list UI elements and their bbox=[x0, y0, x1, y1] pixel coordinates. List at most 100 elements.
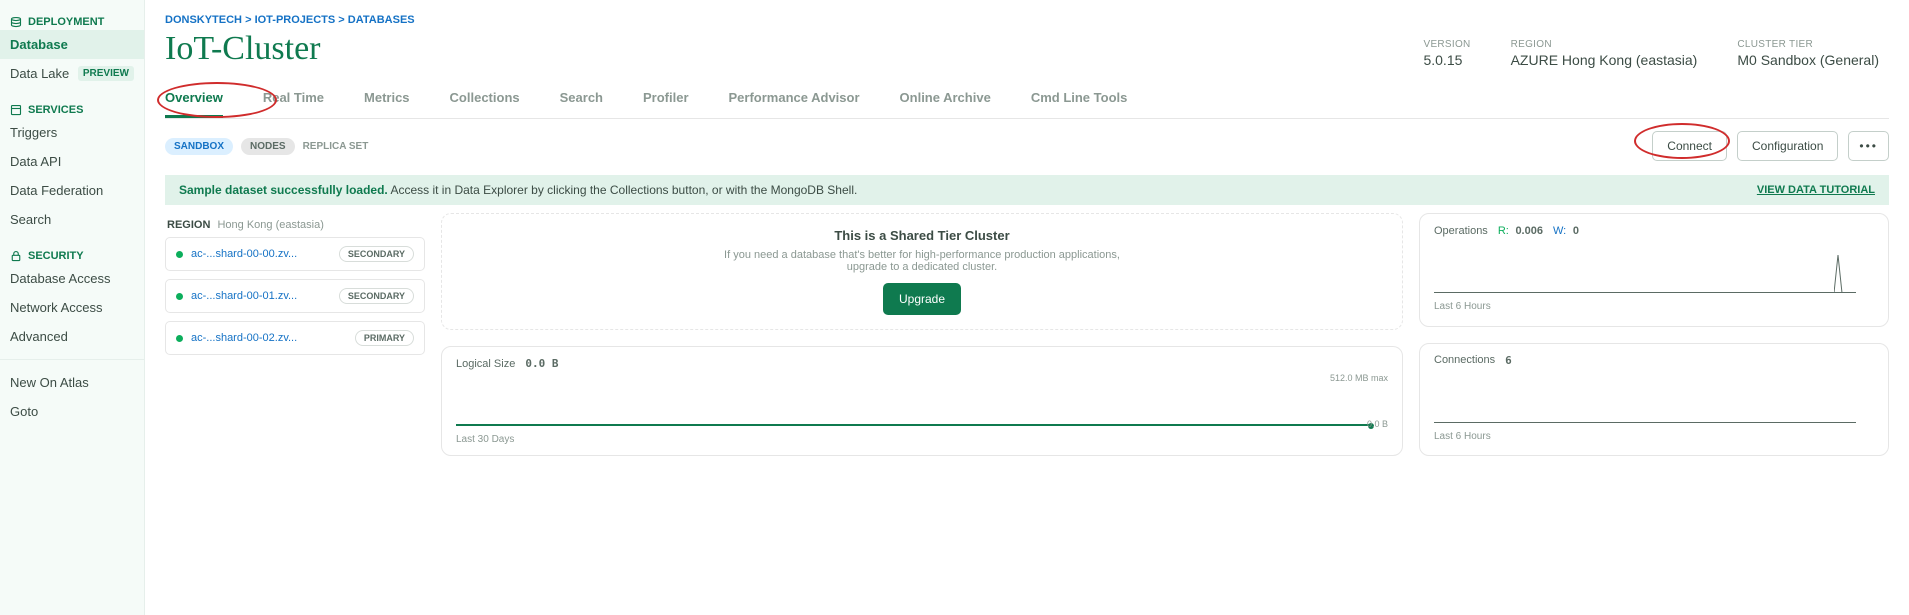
card-title: This is a Shared Tier Cluster bbox=[460, 228, 1384, 243]
breadcrumb-page[interactable]: DATABASES bbox=[348, 14, 415, 26]
tab-search[interactable]: Search bbox=[560, 90, 603, 118]
tab-cmd-line-tools[interactable]: Cmd Line Tools bbox=[1031, 90, 1128, 118]
meta-label: CLUSTER TIER bbox=[1737, 39, 1879, 50]
chart-footer: Last 6 Hours bbox=[1434, 301, 1874, 312]
meta-value: 5.0.15 bbox=[1423, 52, 1470, 68]
main-content: DONSKYTECH > IOT-PROJECTS > DATABASES Io… bbox=[145, 0, 1909, 615]
more-actions-button[interactable]: ••• bbox=[1848, 131, 1889, 161]
sidebar-item-search[interactable]: Search bbox=[0, 205, 144, 234]
page-title: IoT-Cluster bbox=[165, 30, 321, 68]
sidebar-item-data-lake[interactable]: Data Lake PREVIEW bbox=[0, 59, 144, 88]
sidebar-item-label: Data Lake bbox=[10, 66, 69, 81]
tab-real-time[interactable]: Real Time bbox=[263, 90, 324, 118]
connect-button[interactable]: Connect bbox=[1652, 131, 1727, 161]
operations-r-value: 0.006 bbox=[1515, 225, 1543, 237]
sidebar-item-label: New On Atlas bbox=[10, 375, 89, 390]
tab-overview[interactable]: Overview bbox=[165, 90, 223, 118]
sidebar-item-label: Data Federation bbox=[10, 183, 103, 198]
operations-chart[interactable]: Operations R: 0.006 W: 0 Last 6 Hours bbox=[1419, 213, 1889, 327]
sidebar-item-network-access[interactable]: Network Access bbox=[0, 293, 144, 322]
node-name[interactable]: ac-...shard-00-02.zv... bbox=[191, 332, 355, 344]
meta-label: VERSION bbox=[1423, 39, 1470, 50]
sidebar-item-triggers[interactable]: Triggers bbox=[0, 118, 144, 147]
status-dot-icon bbox=[176, 335, 183, 342]
cluster-actions: Connect Configuration ••• bbox=[1652, 131, 1889, 161]
tab-metrics[interactable]: Metrics bbox=[364, 90, 410, 118]
cluster-meta: VERSION 5.0.15 REGION AZURE Hong Kong (e… bbox=[1423, 39, 1889, 68]
configuration-button[interactable]: Configuration bbox=[1737, 131, 1838, 161]
sidebar-section-title: SERVICES bbox=[28, 104, 83, 116]
sidebar-item-data-federation[interactable]: Data Federation bbox=[0, 176, 144, 205]
tab-profiler[interactable]: Profiler bbox=[643, 90, 689, 118]
chart-max-label: 512.0 MB max bbox=[1330, 374, 1388, 384]
sidebar-item-label: Goto bbox=[10, 404, 38, 419]
sample-data-banner: Sample dataset successfully loaded. Acce… bbox=[165, 175, 1889, 205]
chart-title: Operations bbox=[1434, 225, 1488, 237]
chart-title: Logical Size bbox=[456, 358, 515, 370]
pill-nodes[interactable]: NODES bbox=[241, 138, 295, 155]
meta-version: VERSION 5.0.15 bbox=[1423, 39, 1470, 68]
chart-value: 6 bbox=[1505, 354, 1512, 367]
sidebar-section-title: SECURITY bbox=[28, 250, 84, 262]
connections-chart[interactable]: Connections 6 Last 6 Hours bbox=[1419, 343, 1889, 457]
status-dot-icon bbox=[176, 293, 183, 300]
region-label-key: REGION bbox=[167, 219, 210, 231]
sidebar-item-database[interactable]: Database bbox=[0, 30, 144, 59]
breadcrumb-project[interactable]: IOT-PROJECTS bbox=[255, 14, 336, 26]
node-name[interactable]: ac-...shard-00-01.zv... bbox=[191, 290, 339, 302]
chart-footer: Last 6 Hours bbox=[1434, 431, 1874, 442]
cluster-pills: SANDBOX NODES REPLICA SET bbox=[165, 138, 368, 155]
region-label-value: Hong Kong (eastasia) bbox=[217, 219, 323, 231]
sidebar-item-label: Search bbox=[10, 212, 51, 227]
sidebar-section-security: SECURITY bbox=[0, 244, 144, 264]
services-icon bbox=[10, 104, 22, 116]
tab-performance-advisor[interactable]: Performance Advisor bbox=[729, 90, 860, 118]
chart-value: 0.0 B bbox=[525, 357, 558, 370]
logical-size-chart[interactable]: Logical Size 0.0 B 512.0 MB max 0.0 B La… bbox=[441, 346, 1403, 456]
node-row[interactable]: ac-...shard-00-01.zv... SECONDARY bbox=[165, 279, 425, 313]
upgrade-button[interactable]: Upgrade bbox=[883, 283, 961, 315]
sidebar-section-deployment: DEPLOYMENT bbox=[0, 10, 144, 30]
chart-line bbox=[1434, 422, 1856, 423]
node-row[interactable]: ac-...shard-00-02.zv... PRIMARY bbox=[165, 321, 425, 355]
sidebar-item-database-access[interactable]: Database Access bbox=[0, 264, 144, 293]
status-dot-icon bbox=[176, 251, 183, 258]
sidebar-item-label: Database bbox=[10, 37, 68, 52]
meta-label: REGION bbox=[1511, 39, 1698, 50]
chart-footer: Last 30 Days bbox=[456, 434, 1388, 445]
banner-text: Sample dataset successfully loaded. Acce… bbox=[179, 183, 857, 197]
region-panel: REGION Hong Kong (eastasia) ac-...shard-… bbox=[165, 213, 425, 456]
meta-tier: CLUSTER TIER M0 Sandbox (General) bbox=[1737, 39, 1879, 68]
node-name[interactable]: ac-...shard-00-00.zv... bbox=[191, 248, 339, 260]
banner-strong: Sample dataset successfully loaded. bbox=[179, 183, 388, 197]
view-data-tutorial-link[interactable]: VIEW DATA TUTORIAL bbox=[1757, 184, 1875, 196]
node-role-badge: SECONDARY bbox=[339, 246, 414, 262]
operations-w-label: W: bbox=[1553, 225, 1566, 237]
chart-body: 512.0 MB max 0.0 B bbox=[456, 374, 1388, 430]
banner-rest: Access it in Data Explorer by clicking t… bbox=[388, 183, 858, 197]
tab-online-archive[interactable]: Online Archive bbox=[900, 90, 991, 118]
sidebar-item-new-on-atlas[interactable]: New On Atlas bbox=[0, 368, 144, 397]
meta-value: M0 Sandbox (General) bbox=[1737, 52, 1879, 68]
chart-line bbox=[1434, 292, 1856, 293]
node-row[interactable]: ac-...shard-00-00.zv... SECONDARY bbox=[165, 237, 425, 271]
tabs: Overview Real Time Metrics Collections S… bbox=[165, 90, 1889, 119]
node-role-badge: SECONDARY bbox=[339, 288, 414, 304]
breadcrumb-org[interactable]: DONSKYTECH bbox=[165, 14, 242, 26]
sidebar-item-label: Advanced bbox=[10, 329, 68, 344]
chart-title: Connections bbox=[1434, 354, 1495, 366]
sidebar-item-label: Network Access bbox=[10, 300, 102, 315]
meta-region: REGION AZURE Hong Kong (eastasia) bbox=[1511, 39, 1698, 68]
operations-w-value: 0 bbox=[1573, 225, 1579, 237]
sidebar-item-data-api[interactable]: Data API bbox=[0, 147, 144, 176]
tab-collections[interactable]: Collections bbox=[450, 90, 520, 118]
shared-tier-card: This is a Shared Tier Cluster If you nee… bbox=[441, 213, 1403, 330]
card-subtitle: If you need a database that's better for… bbox=[712, 249, 1132, 273]
sidebar-item-label: Triggers bbox=[10, 125, 57, 140]
sidebar-section-services: SERVICES bbox=[0, 98, 144, 118]
sidebar-item-goto[interactable]: Goto bbox=[0, 397, 144, 426]
preview-badge: PREVIEW bbox=[78, 66, 134, 81]
chart-min-label: 0.0 B bbox=[1367, 420, 1388, 430]
pill-sandbox[interactable]: SANDBOX bbox=[165, 138, 233, 155]
sidebar-item-advanced[interactable]: Advanced bbox=[0, 322, 144, 351]
